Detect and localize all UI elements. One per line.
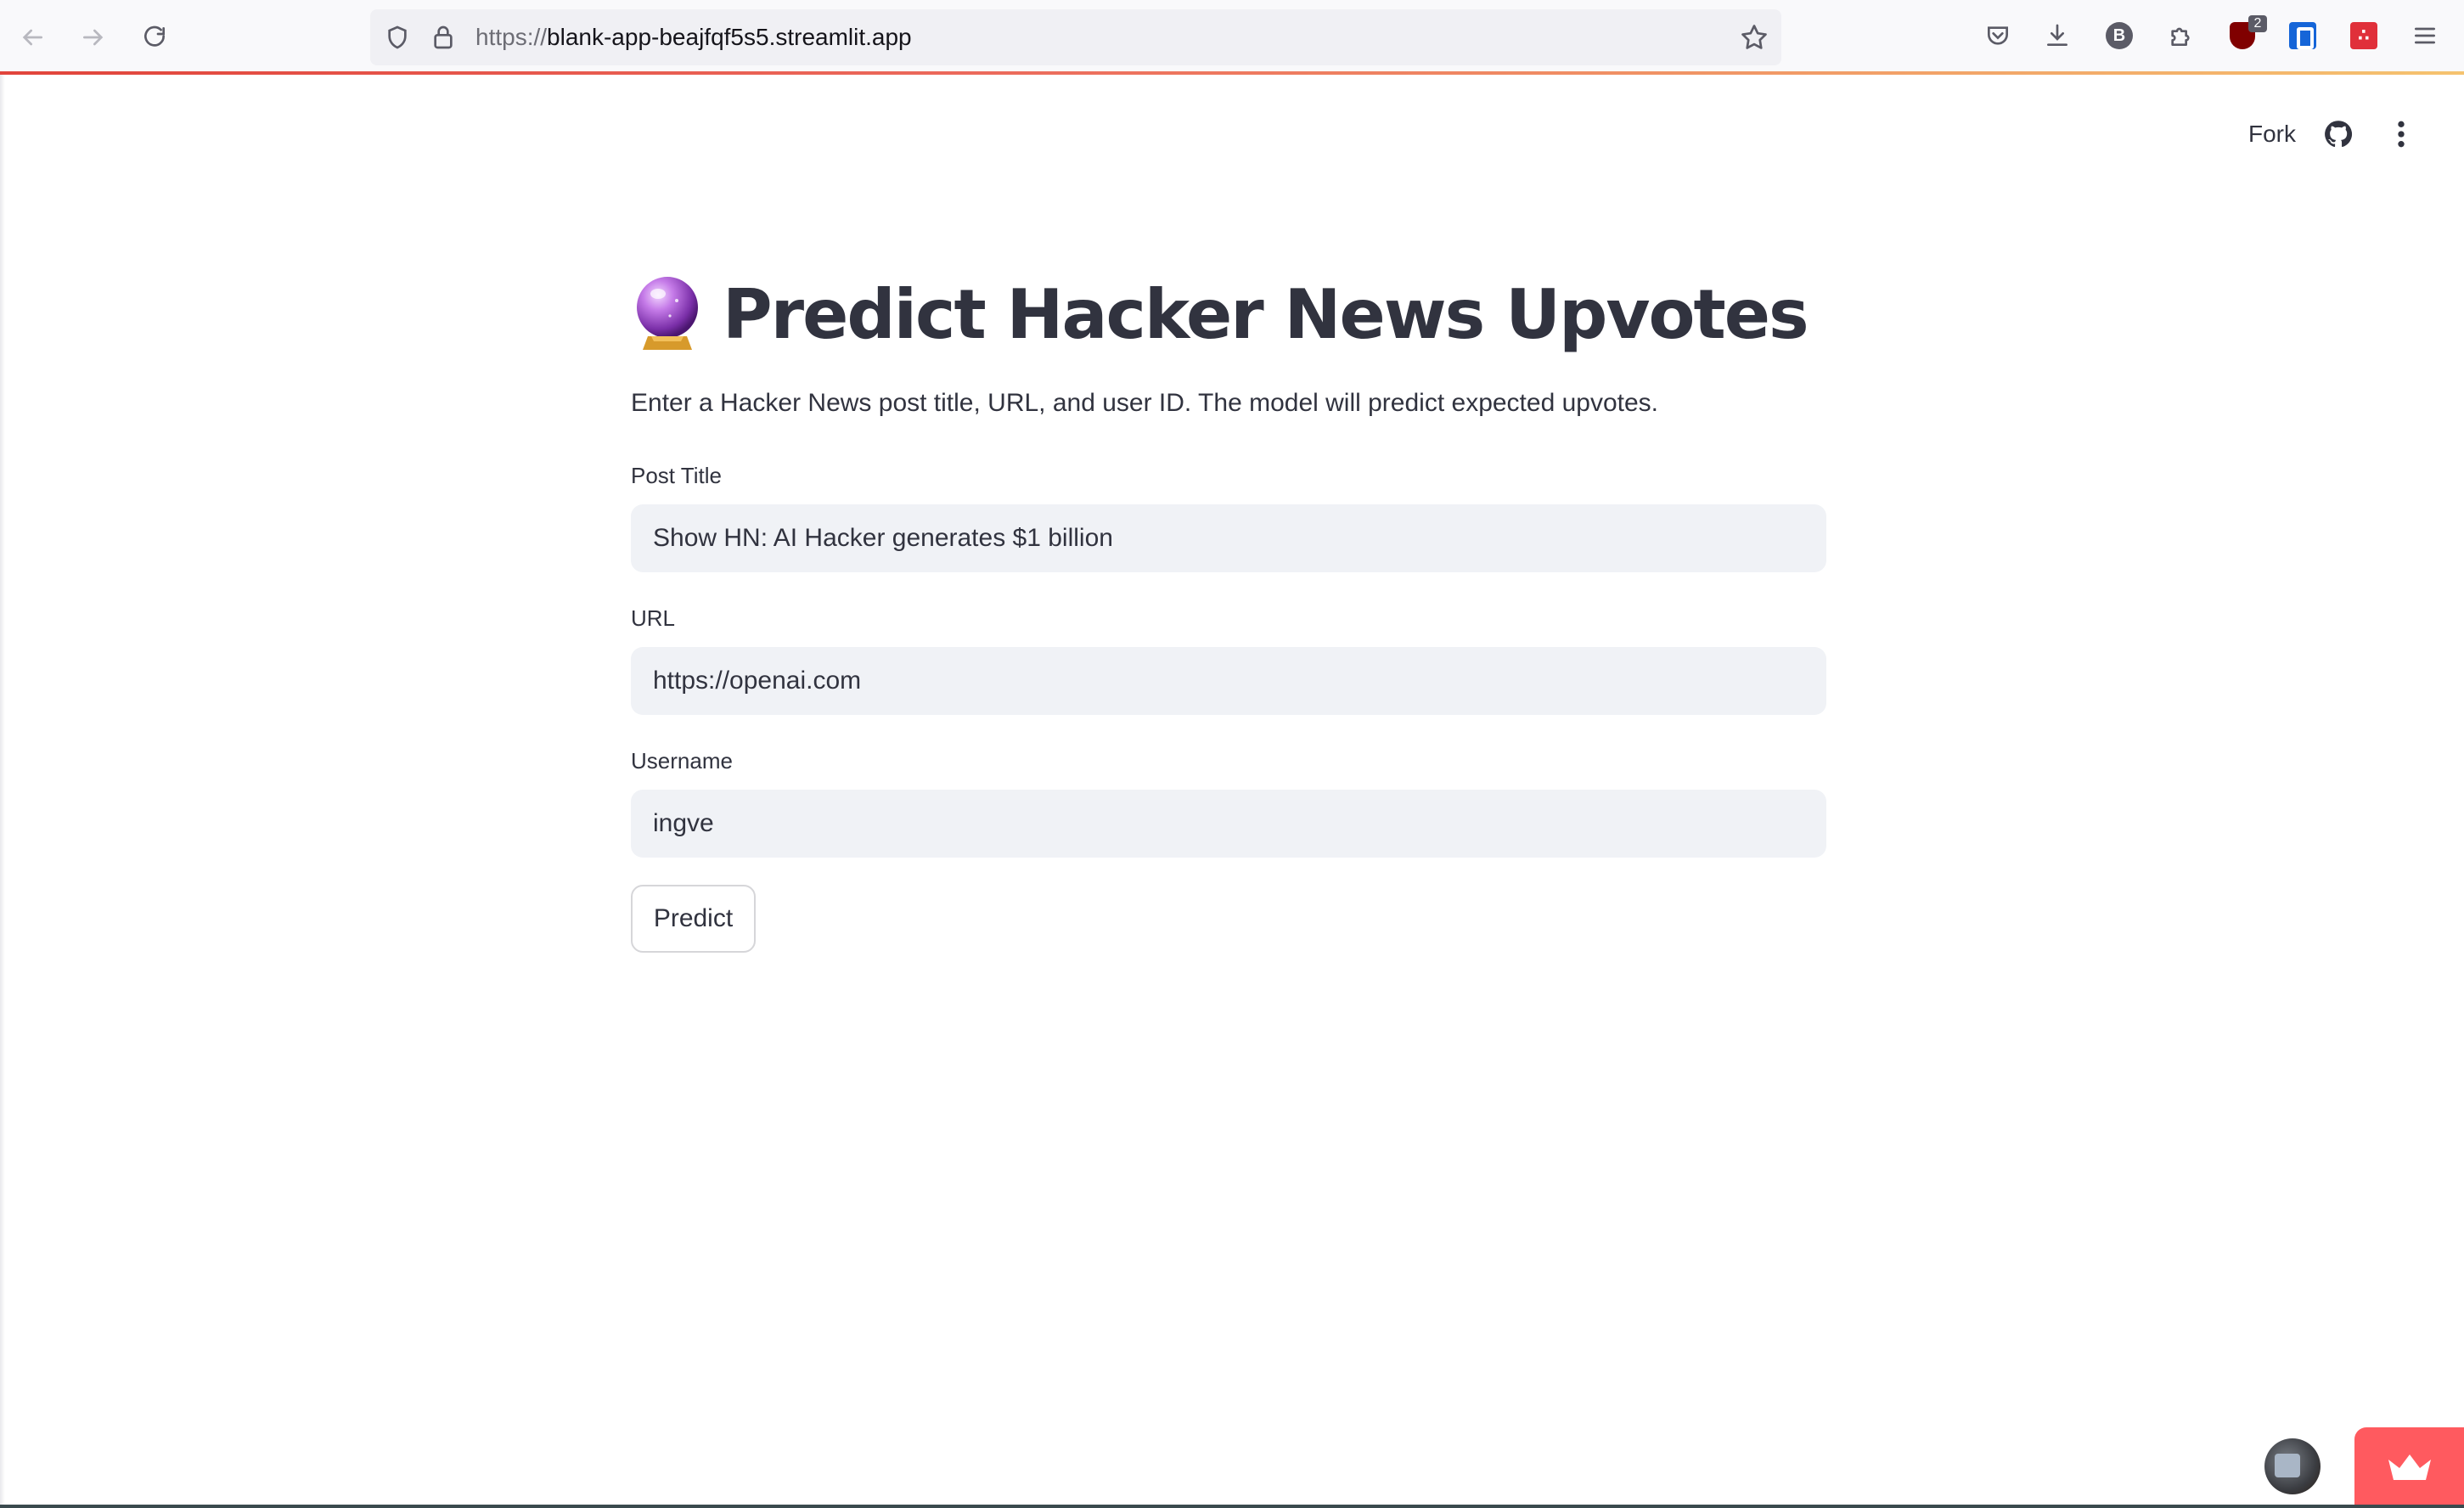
bitwarden-icon xyxy=(2289,22,2316,49)
ublock-count-badge: 2 xyxy=(2248,15,2267,32)
page-title: Predict Hacker News Upvotes xyxy=(723,274,1809,354)
red-extension-icon: ∴ xyxy=(2350,22,2377,49)
page-load-progress xyxy=(0,71,2464,75)
forward-button[interactable] xyxy=(73,17,114,58)
pocket-icon xyxy=(1988,26,2008,45)
arrow-left-icon xyxy=(22,29,42,46)
red-extension-button[interactable]: ∴ xyxy=(2347,19,2381,53)
streamlit-manage-app-button[interactable] xyxy=(2354,1427,2464,1508)
user-avatar[interactable] xyxy=(2264,1438,2321,1494)
download-icon xyxy=(2047,24,2067,46)
profile-extension-button[interactable]: B xyxy=(2102,19,2136,53)
address-bar[interactable]: https://blank-app-beajfqf5s5.streamlit.a… xyxy=(370,9,1781,65)
app-menu-button[interactable] xyxy=(2408,19,2442,53)
url-host: blank-app-beajfqf5s5.streamlit.app xyxy=(547,24,912,50)
fork-button[interactable]: Fork xyxy=(2248,117,2296,151)
downloads-button[interactable] xyxy=(2040,19,2074,53)
username-label: Username xyxy=(631,748,733,774)
back-button[interactable] xyxy=(12,17,53,58)
bitwarden-extension-button[interactable] xyxy=(2286,19,2320,53)
shield-icon[interactable] xyxy=(384,24,411,51)
ublock-button[interactable]: 2 xyxy=(2225,15,2267,53)
left-edge-shade xyxy=(0,75,5,1505)
hamburger-menu-icon xyxy=(2415,27,2435,44)
ublock-shield-icon: 2 xyxy=(2230,15,2267,49)
post-title-input[interactable] xyxy=(631,504,1826,572)
url-text[interactable]: https://blank-app-beajfqf5s5.streamlit.a… xyxy=(475,9,912,65)
username-input[interactable] xyxy=(631,790,1826,858)
reload-button[interactable] xyxy=(134,17,175,58)
title-row: Predict Hacker News Upvotes xyxy=(631,270,1809,358)
post-title-label: Post Title xyxy=(631,463,722,488)
crystal-ball-icon xyxy=(637,277,698,350)
profile-b-icon: B xyxy=(2106,22,2133,49)
url-input[interactable] xyxy=(631,647,1826,715)
crown-icon xyxy=(2388,1454,2431,1480)
pocket-button[interactable] xyxy=(1981,19,2015,53)
window-bottom-edge xyxy=(0,1505,2464,1508)
extensions-button[interactable] xyxy=(2163,19,2197,53)
url-label: URL xyxy=(631,605,676,631)
lock-icon[interactable] xyxy=(430,24,457,51)
reload-icon xyxy=(144,25,165,47)
arrow-right-icon xyxy=(83,29,104,46)
puzzle-icon xyxy=(2171,27,2190,46)
browser-toolbar: https://blank-app-beajfqf5s5.streamlit.a… xyxy=(0,0,2464,71)
github-icon[interactable] xyxy=(2323,119,2354,149)
kebab-menu-icon[interactable] xyxy=(2384,117,2418,151)
url-scheme: https:// xyxy=(475,24,548,50)
star-icon[interactable] xyxy=(1739,22,1769,53)
page-description: Enter a Hacker News post title, URL, and… xyxy=(631,389,1659,417)
predict-button[interactable]: Predict xyxy=(631,885,756,953)
